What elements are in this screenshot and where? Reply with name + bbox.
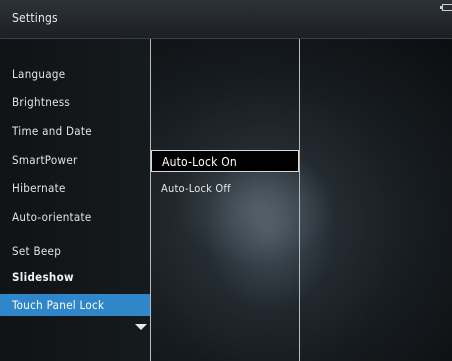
menu-item-language[interactable]: Language	[0, 63, 150, 85]
menu-item-brightness[interactable]: Brightness	[0, 91, 150, 113]
battery-icon	[440, 4, 452, 11]
menu-item-auto-orientate[interactable]: Auto-orientate	[0, 206, 150, 228]
header-bar: Settings	[0, 0, 452, 39]
chevron-down-icon[interactable]	[135, 324, 147, 330]
menu-item-hibernate[interactable]: Hibernate	[0, 177, 150, 199]
page-title: Settings	[12, 11, 58, 25]
option-auto-lock-on[interactable]: Auto-Lock On	[151, 150, 299, 172]
menu-item-time-and-date[interactable]: Time and Date	[0, 120, 150, 142]
menu-item-touch-panel-lock[interactable]: Touch Panel Lock	[0, 294, 150, 316]
column-divider	[150, 39, 151, 361]
column-divider	[299, 39, 300, 361]
menu-item-slideshow[interactable]: Slideshow	[0, 266, 150, 288]
menu-item-set-beep[interactable]: Set Beep	[0, 240, 150, 262]
menu-item-smartpower[interactable]: SmartPower	[0, 149, 150, 171]
option-auto-lock-off[interactable]: Auto-Lock Off	[151, 178, 299, 200]
settings-screen: Settings Language Brightness Time and Da…	[0, 0, 452, 361]
